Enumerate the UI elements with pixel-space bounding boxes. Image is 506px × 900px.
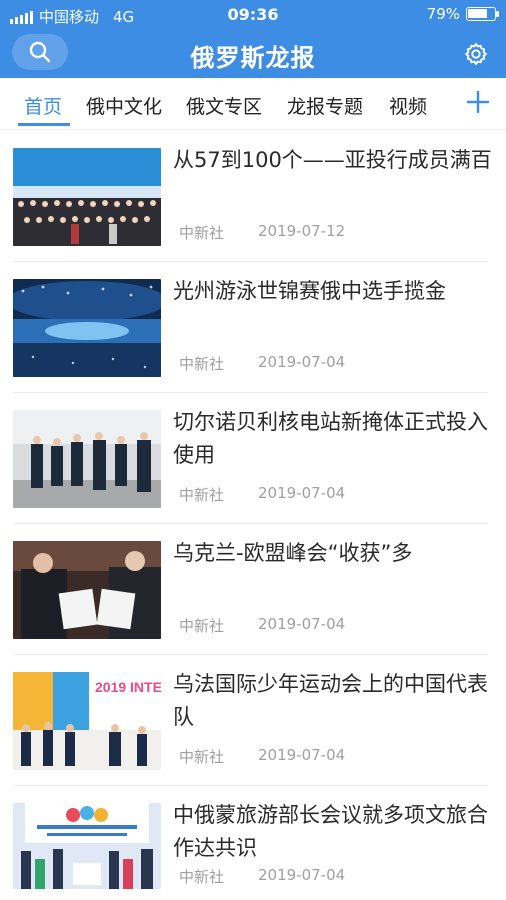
- article-thumbnail: [13, 148, 161, 246]
- battery-percent: 79%: [426, 5, 460, 23]
- tab-video[interactable]: 视频: [389, 92, 427, 119]
- tab-russian-zone[interactable]: 俄文专区: [186, 92, 262, 119]
- article-title[interactable]: 光州游泳世锦赛俄中选手揽金: [173, 275, 493, 308]
- article-source: 中新社: [179, 486, 225, 504]
- article-source: 中新社: [179, 224, 225, 242]
- plus-icon[interactable]: [464, 88, 492, 116]
- list-item[interactable]: 中俄蒙旅游部长会议就多项文旅合作达共识 中新社 2019-07-04: [0, 786, 506, 900]
- list-item[interactable]: 从57到100个——亚投行成员满百 中新社 2019-07-12: [0, 131, 506, 262]
- tab-russia-china-culture[interactable]: 俄中文化: [86, 92, 162, 119]
- article-title[interactable]: 中俄蒙旅游部长会议就多项文旅合作达共识: [173, 799, 493, 865]
- gear-icon: [465, 43, 487, 65]
- tab-dragon-topics[interactable]: 龙报专题: [287, 92, 363, 119]
- article-date: 2019-07-12: [258, 222, 346, 240]
- image-year-text: 2019 INTERNATIONAL CHILDREN'S GAMES: [95, 679, 161, 695]
- list-item[interactable]: 切尔诺贝利核电站新掩体正式投入使用 中新社 2019-07-04: [0, 393, 506, 524]
- article-title[interactable]: 乌克兰-欧盟峰会“收获”多: [173, 537, 493, 570]
- article-date: 2019-07-04: [258, 615, 346, 633]
- article-date: 2019-07-04: [258, 746, 346, 764]
- article-title[interactable]: 从57到100个——亚投行成员满百: [173, 144, 493, 177]
- article-thumbnail: [13, 279, 161, 377]
- article-source: 中新社: [179, 748, 225, 766]
- top-bar: 中国移动 4G 09:36 79% 俄罗斯龙报: [0, 0, 506, 78]
- article-date: 2019-07-04: [258, 353, 346, 371]
- article-date: 2019-07-04: [258, 866, 346, 884]
- article-date: 2019-07-04: [258, 484, 346, 502]
- list-item[interactable]: 乌克兰-欧盟峰会“收获”多 中新社 2019-07-04: [0, 524, 506, 655]
- article-source: 中新社: [179, 868, 225, 886]
- list-item[interactable]: 2019 INTERNATIONAL CHILDREN'S GAMES 乌法国际…: [0, 655, 506, 786]
- article-title[interactable]: 乌法国际少年运动会上的中国代表队: [173, 668, 493, 734]
- tab-home[interactable]: 首页: [24, 92, 62, 119]
- list-item[interactable]: 光州游泳世锦赛俄中选手揽金 中新社 2019-07-04: [0, 262, 506, 393]
- article-thumbnail: [13, 410, 161, 508]
- article-title[interactable]: 切尔诺贝利核电站新掩体正式投入使用: [173, 406, 493, 472]
- settings-button[interactable]: [460, 38, 492, 70]
- status-bar: 中国移动 4G 09:36 79%: [0, 0, 506, 30]
- battery-icon: [466, 7, 499, 21]
- article-thumbnail: [13, 541, 161, 639]
- article-thumbnail: [13, 803, 161, 889]
- article-thumbnail: 2019 INTERNATIONAL CHILDREN'S GAMES: [13, 672, 161, 770]
- active-tab-indicator: [18, 123, 70, 126]
- category-tabs: 首页 俄中文化 俄文专区 龙报专题 视频: [0, 78, 506, 130]
- app-title: 俄罗斯龙报: [190, 44, 316, 72]
- article-source: 中新社: [179, 355, 225, 373]
- article-source: 中新社: [179, 617, 225, 635]
